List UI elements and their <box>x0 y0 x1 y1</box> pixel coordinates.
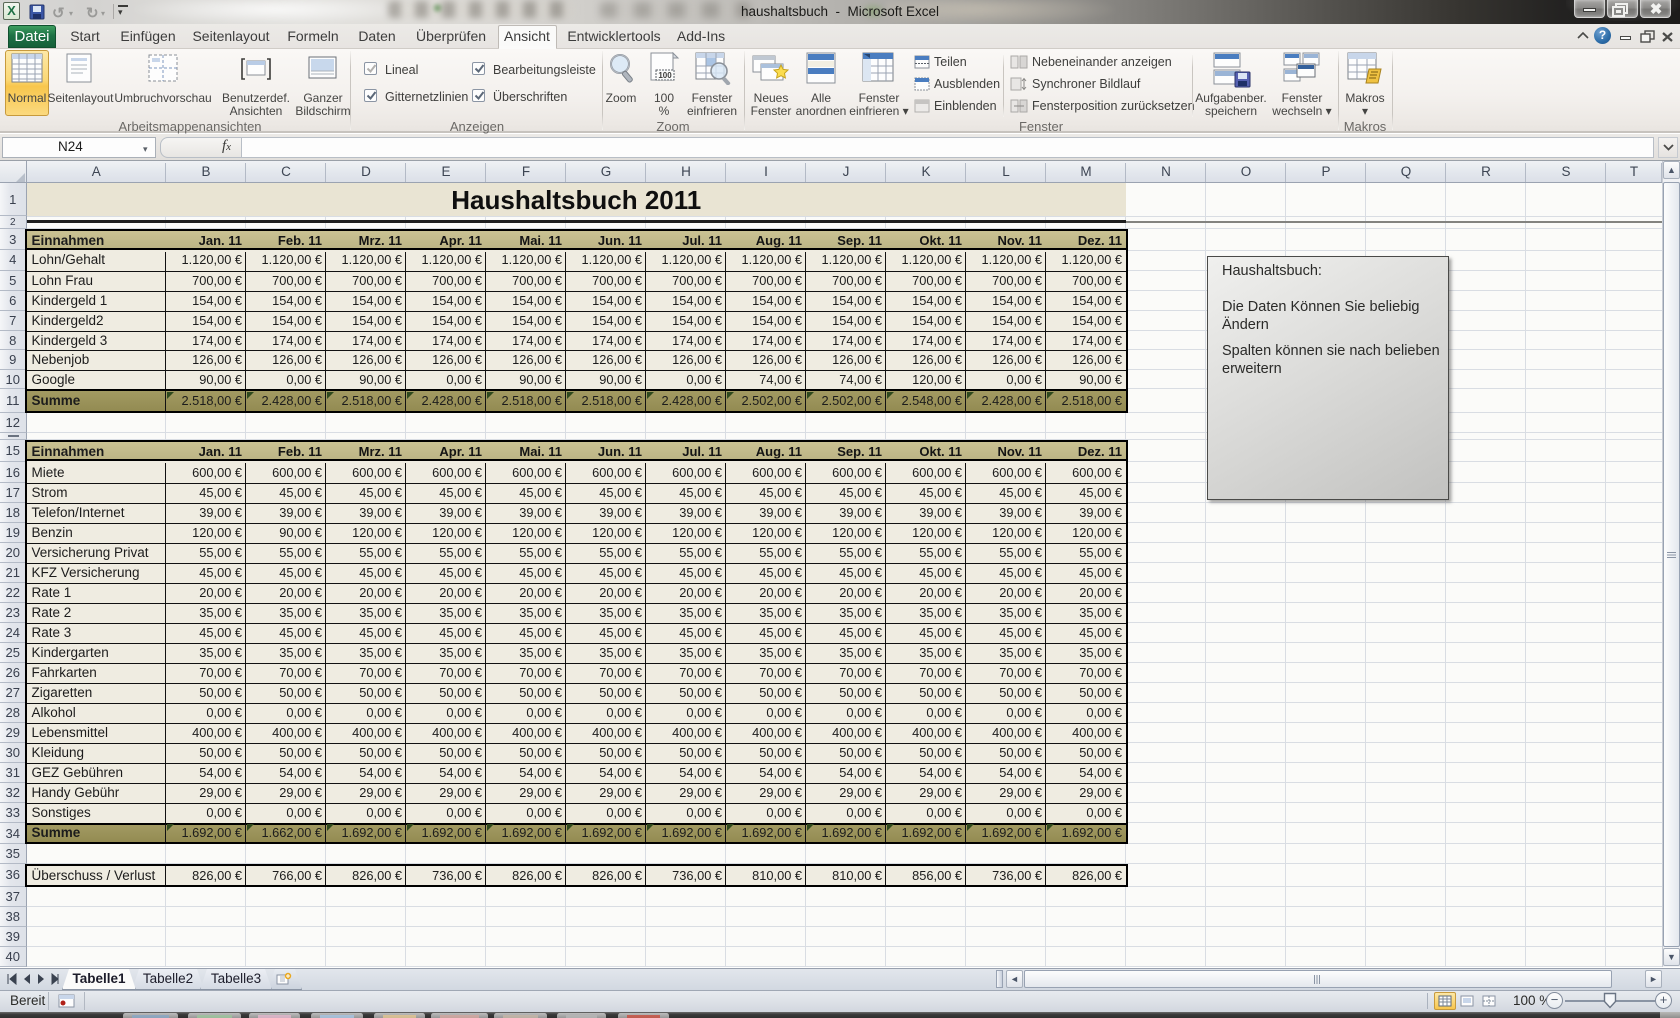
svg-text:100: 100 <box>658 71 672 80</box>
